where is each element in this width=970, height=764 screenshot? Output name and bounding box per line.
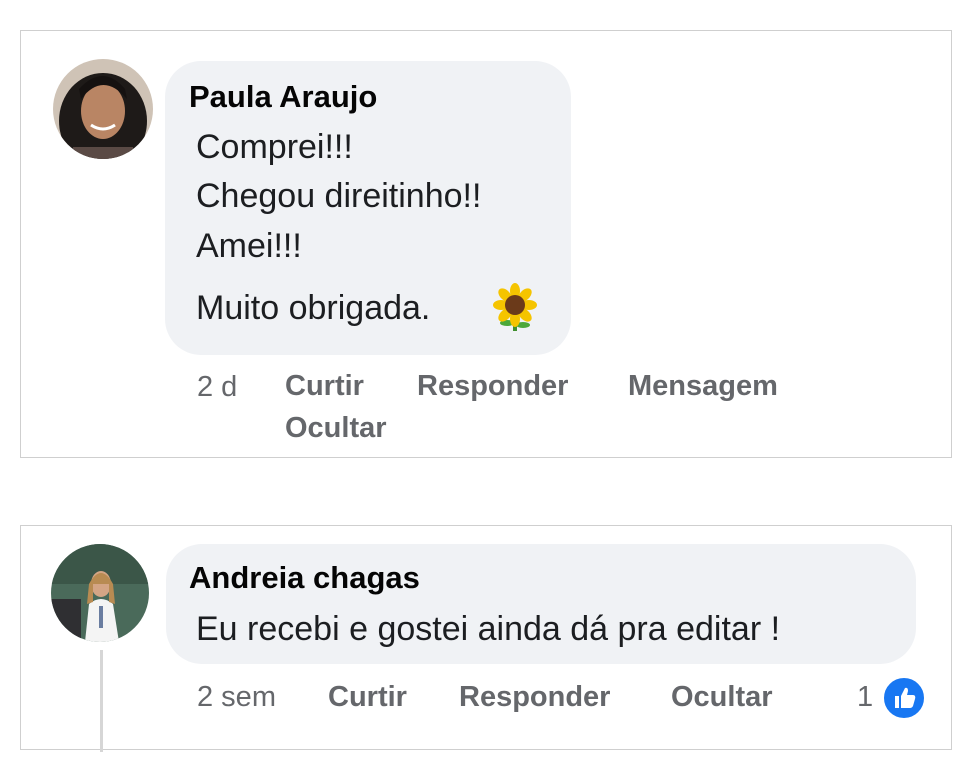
avatar[interactable] <box>51 544 149 642</box>
sunflower-emoji-icon <box>493 283 537 333</box>
thumbs-up-icon[interactable] <box>882 676 926 720</box>
comment-text-line-2: Chegou direitinho!! <box>196 177 482 215</box>
reply-thread-line <box>100 650 103 752</box>
comment-text-line-3: Amei!!! <box>196 227 302 265</box>
message-button[interactable]: Mensagem <box>628 370 778 403</box>
reply-button[interactable]: Responder <box>459 681 610 714</box>
reaction-count[interactable]: 1 <box>857 681 873 714</box>
comment-card-paula: Paula Araujo Comprei!!! Chegou direitinh… <box>20 30 952 458</box>
comment-text: Eu recebi e gostei ainda dá pra editar ! <box>196 610 781 648</box>
comment-text-line-4: Muito obrigada. <box>196 289 431 327</box>
profile-photo-icon <box>53 59 153 159</box>
like-button[interactable]: Curtir <box>285 370 364 403</box>
profile-photo-icon <box>51 544 149 642</box>
like-button[interactable]: Curtir <box>328 681 407 714</box>
author-name[interactable]: Andreia chagas <box>189 560 420 596</box>
reply-button[interactable]: Responder <box>417 370 568 403</box>
hide-button[interactable]: Ocultar <box>285 412 387 445</box>
comment-card-andreia: Andreia chagas Eu recebi e gostei ainda … <box>20 525 952 752</box>
comment-time[interactable]: 2 d <box>197 371 237 404</box>
author-name[interactable]: Paula Araujo <box>189 79 377 115</box>
avatar[interactable] <box>53 59 153 159</box>
comment-text-line-1: Comprei!!! <box>196 128 353 166</box>
hide-button[interactable]: Ocultar <box>671 681 773 714</box>
comment-time[interactable]: 2 sem <box>197 681 276 714</box>
